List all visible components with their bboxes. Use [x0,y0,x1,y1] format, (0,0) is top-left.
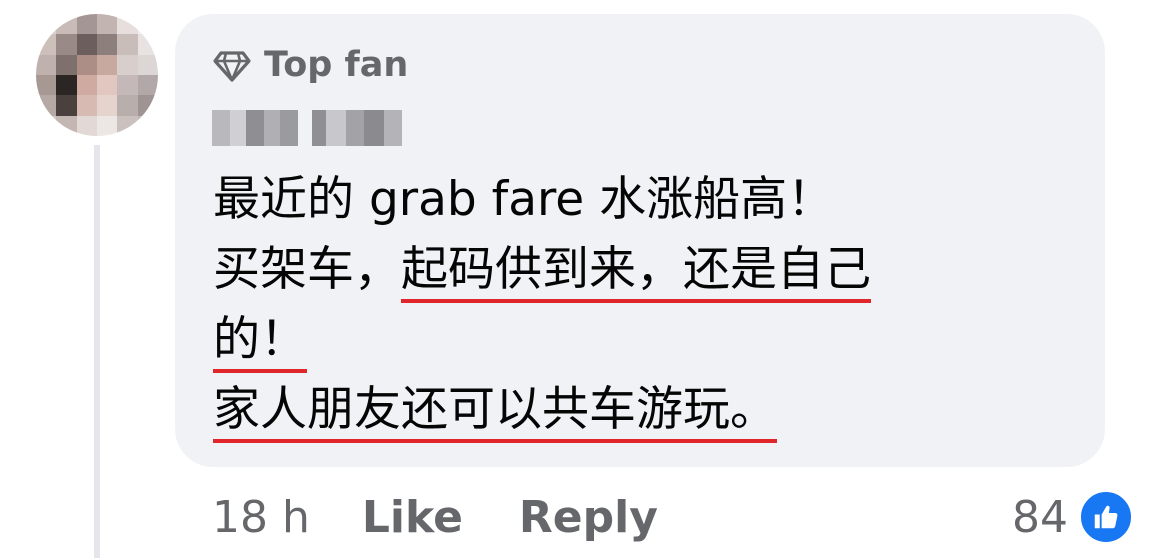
underlined-text: 家人朋友还可以共车游玩。 [213,382,777,443]
reply-thread-line [94,145,100,558]
author-last-name-redacted [312,110,402,146]
reaction-summary[interactable]: 84 [1012,485,1134,549]
timestamp[interactable]: 18 h [212,492,310,543]
thumbs-up-icon [1078,489,1134,545]
underlined-text: 起码供到来，还是自己 [401,242,871,303]
reaction-count: 84 [1012,491,1068,543]
badge-label: Top fan [264,45,409,85]
reply-button[interactable]: Reply [519,492,658,543]
like-button[interactable]: Like [362,492,463,543]
top-fan-badge[interactable]: Top fan [212,42,408,88]
comment-text: 最近的 grab fare 水涨船高！ 买架车，起码供到来，还是自己 的！ 家人… [213,165,1083,445]
comment-line-3: 的！ [213,305,1083,375]
comment-actions: 18 h Like Reply [212,485,658,549]
comment-line-2: 买架车，起码供到来，还是自己 [213,235,1083,305]
diamond-icon [213,51,251,82]
comment-line-1: 最近的 grab fare 水涨船高！ [213,172,835,227]
avatar[interactable] [36,14,158,136]
author-name[interactable] [212,108,402,148]
comment-line-4: 家人朋友还可以共车游玩。 [213,375,1083,445]
author-first-name-redacted [212,110,298,146]
underlined-text: 的！ [213,312,307,373]
